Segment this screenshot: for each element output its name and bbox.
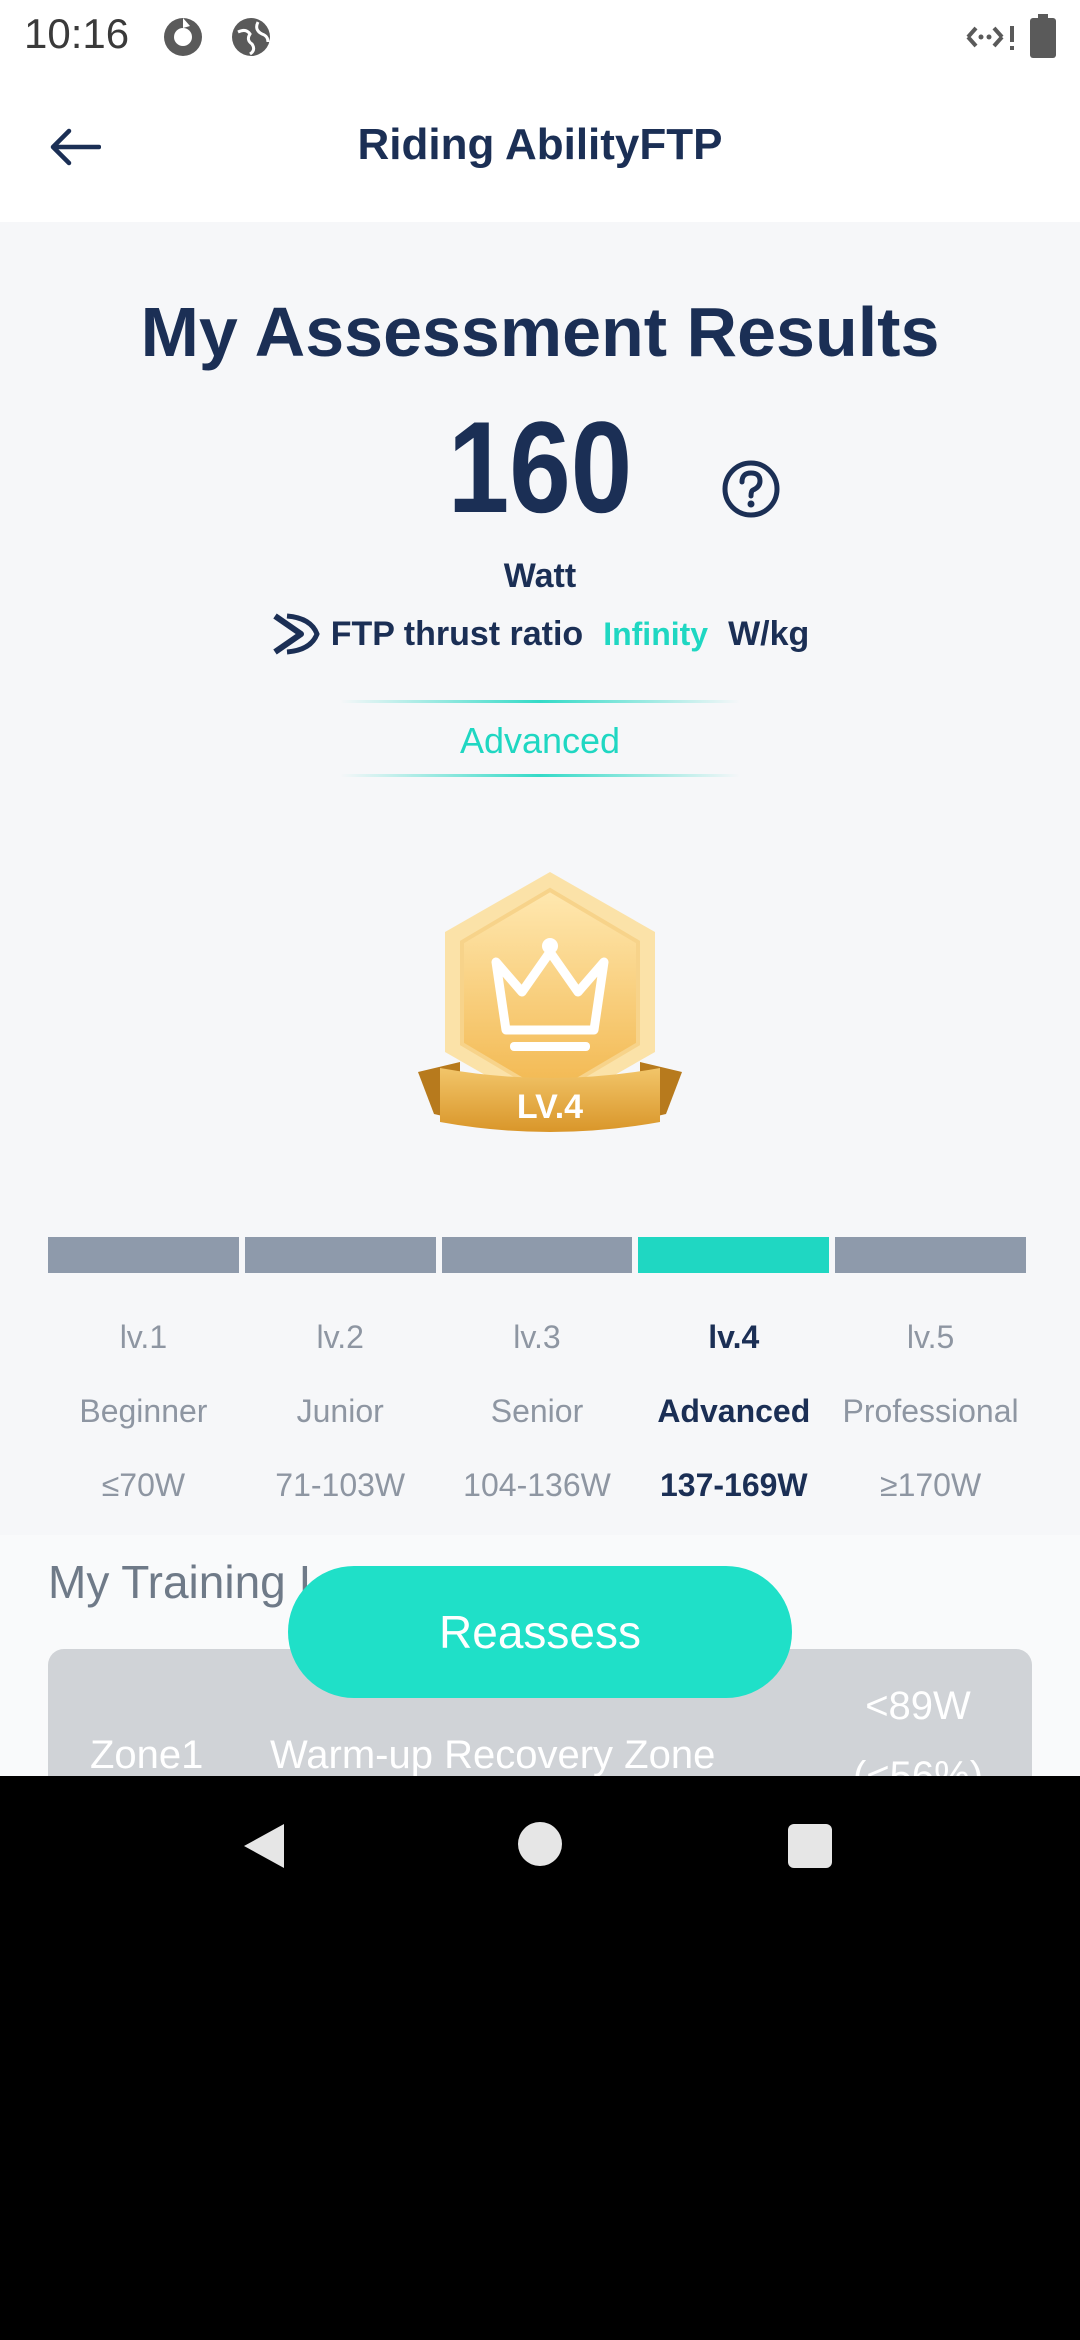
badge-level-text: LV.4 (517, 1088, 583, 1126)
level-id: lv.3 (513, 1319, 561, 1355)
level-range: ≤70W (101, 1467, 186, 1503)
ftp-ratio-label: FTP thrust ratio (330, 614, 584, 653)
ftp-watt-value: 160 (447, 394, 633, 540)
sync-icon (160, 14, 206, 65)
crown-badge-icon: LV.4 (418, 872, 682, 1132)
nav-home-icon[interactable] (518, 1822, 562, 1866)
level-id: lv.4 (708, 1319, 760, 1355)
level-title: Advanced (657, 1393, 811, 1429)
zone-watt: <89W (865, 1684, 971, 1728)
level-range: 104-136W (463, 1467, 611, 1503)
watt-unit: Watt (503, 557, 577, 595)
level-col-3: lv.3 Senior 104-136W (442, 1300, 633, 1522)
zone-description: Warm-up Recovery Zone (270, 1733, 716, 1776)
level-legend: lv.1 Beginner ≤70W lv.2 Junior 71-103W l… (48, 1300, 1026, 1522)
level-segment-5 (835, 1237, 1026, 1273)
page-title: Riding AbilityFTP (357, 120, 723, 169)
level-id: lv.5 (906, 1319, 955, 1355)
training-title: My Training I (48, 1556, 312, 1608)
battery-icon (1030, 14, 1056, 63)
app-bar: Riding AbilityFTP (0, 72, 1080, 222)
level-range: 71-103W (275, 1467, 406, 1503)
zone-value: <89W (<56%) (818, 1671, 1018, 1776)
question-circle-icon (722, 460, 780, 518)
level-col-2: lv.2 Junior 71-103W (245, 1300, 436, 1522)
divider-top (340, 700, 740, 703)
status-time: 10:16 (24, 10, 130, 57)
level-segment-2 (244, 1237, 436, 1273)
reassess-button[interactable]: Reassess (288, 1566, 792, 1698)
level-segment-4 (638, 1237, 830, 1273)
level-col-1: lv.1 Beginner ≤70W (48, 1300, 239, 1522)
status-bar: 10:16 (0, 0, 1080, 72)
level-progress-bar (48, 1237, 1026, 1273)
signal-icon (962, 20, 1018, 59)
help-button[interactable] (722, 460, 780, 518)
level-col-4: lv.4 Advanced 137-169W (638, 1300, 829, 1522)
level-segment-1 (48, 1237, 239, 1273)
level-id: lv.1 (119, 1319, 168, 1355)
level-title: Junior (296, 1393, 384, 1429)
ftp-ratio-value: Infinity (603, 615, 709, 652)
level-title: Beginner (79, 1393, 208, 1429)
system-nav-bar (0, 1776, 1080, 1920)
level-segment-3 (441, 1237, 633, 1273)
level-range: ≥170W (880, 1467, 982, 1503)
level-id: lv.2 (316, 1319, 364, 1355)
divider-bottom (340, 774, 740, 777)
nav-back-icon[interactable] (240, 1822, 288, 1870)
ftp-ratio-unit: W/kg (728, 614, 810, 653)
zone-percent: (<56%) (852, 1754, 984, 1776)
speed-arrow-icon (272, 613, 320, 655)
zone-name: Zone1 (90, 1733, 204, 1776)
level-range: 137-169W (659, 1467, 808, 1503)
globe-icon (228, 14, 274, 65)
level-col-5: lv.5 Professional ≥170W (835, 1300, 1026, 1522)
ftp-ratio-row: FTP thrust ratio Infinity W/kg (0, 612, 1080, 656)
screen: 10:16 Riding AbilityFTP My Assessment Re… (0, 0, 1080, 1776)
level-name: Advanced (459, 720, 621, 761)
level-title: Senior (490, 1393, 584, 1429)
results-title: My Assessment Results (140, 293, 940, 371)
nav-recents-icon[interactable] (788, 1824, 832, 1868)
level-title: Professional (842, 1393, 1019, 1429)
